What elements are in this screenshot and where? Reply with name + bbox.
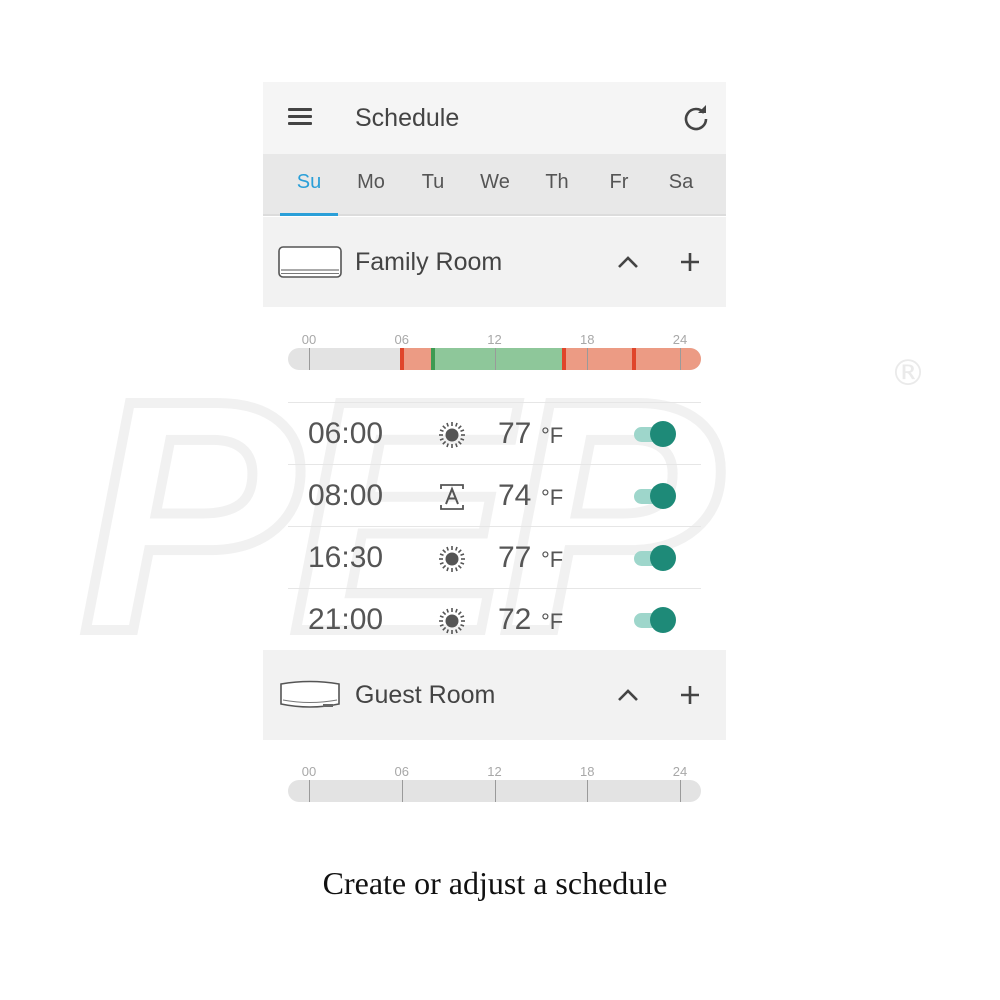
refresh-icon[interactable] bbox=[682, 104, 710, 132]
timeline-tick bbox=[401, 780, 403, 802]
tab-thursday[interactable]: Th bbox=[526, 154, 588, 214]
chevron-up-icon[interactable] bbox=[613, 249, 643, 275]
caption: Create or adjust a schedule bbox=[322, 865, 668, 901]
timeline-tick bbox=[309, 348, 310, 370]
schedule-row[interactable]: 06:00 77 °F bbox=[288, 402, 701, 464]
timeline-label: 06 bbox=[394, 332, 409, 347]
timeline-tick bbox=[587, 780, 589, 802]
schedule-temperature: 77 bbox=[498, 417, 532, 450]
timeline-label: 12 bbox=[487, 764, 502, 779]
registered-mark: ® bbox=[890, 353, 926, 394]
timeline-label: 00 bbox=[301, 332, 317, 347]
timeline-mark-auto bbox=[430, 348, 435, 370]
timeline-mark-heat bbox=[631, 348, 636, 370]
schedule-toggle[interactable] bbox=[632, 421, 678, 447]
timeline-label: 12 bbox=[487, 332, 502, 347]
tab-wednesday[interactable]: We bbox=[464, 154, 526, 214]
room-header-family[interactable]: Family Room bbox=[263, 217, 726, 307]
timeline-bar[interactable] bbox=[288, 348, 701, 370]
schedule-time: 21:00 bbox=[308, 603, 384, 636]
tab-sunday[interactable]: Su bbox=[278, 154, 340, 216]
timeline-tick bbox=[680, 780, 681, 802]
temperature-unit: °F bbox=[541, 547, 564, 572]
schedule-toggle[interactable] bbox=[632, 545, 678, 571]
tab-saturday[interactable]: Sa bbox=[650, 154, 712, 214]
air-conditioner-icon bbox=[278, 246, 342, 278]
sun-icon bbox=[439, 608, 465, 634]
timeline-segment-heat bbox=[401, 348, 433, 370]
day-tabs: Su Mo Tu We Th Fr Sa bbox=[263, 154, 726, 216]
timeline-label: 24 bbox=[672, 332, 688, 347]
schedule-temperature: 72 bbox=[498, 603, 532, 636]
add-icon[interactable] bbox=[675, 247, 705, 277]
air-conditioner-icon bbox=[280, 680, 340, 708]
schedule-row[interactable]: 21:00 72 °F bbox=[288, 588, 701, 650]
sun-icon bbox=[439, 422, 465, 448]
room-name: Family Room bbox=[355, 248, 503, 276]
timeline-family[interactable]: 00 06 12 18 24 bbox=[288, 332, 701, 382]
temperature-unit: °F bbox=[541, 423, 564, 448]
timeline-mark-heat bbox=[399, 348, 404, 370]
sun-icon bbox=[439, 546, 465, 572]
timeline-tick bbox=[494, 780, 496, 802]
schedule-time: 16:30 bbox=[308, 541, 384, 574]
timeline-label: 00 bbox=[301, 764, 317, 779]
timeline-tick bbox=[680, 348, 681, 370]
schedule-row[interactable]: 16:30 77 °F bbox=[288, 526, 701, 588]
hamburger-icon[interactable] bbox=[288, 108, 312, 128]
page-title: Schedule bbox=[355, 104, 460, 132]
temperature-unit: °F bbox=[541, 485, 564, 510]
timeline-tick bbox=[309, 780, 310, 802]
timeline-tick bbox=[494, 348, 496, 370]
timeline-segment-auto bbox=[432, 348, 565, 370]
temperature-unit: °F bbox=[541, 609, 564, 634]
room-name: Guest Room bbox=[355, 681, 496, 709]
schedule-toggle[interactable] bbox=[632, 607, 678, 633]
add-icon[interactable] bbox=[675, 680, 705, 710]
schedule-temperature: 77 bbox=[498, 541, 532, 574]
chevron-up-icon[interactable] bbox=[613, 682, 643, 708]
tab-monday[interactable]: Mo bbox=[340, 154, 402, 214]
app-header: Schedule bbox=[263, 82, 726, 154]
schedule-row[interactable]: 08:00 74 °F bbox=[288, 464, 701, 526]
tab-friday[interactable]: Fr bbox=[588, 154, 650, 214]
timeline-mark-heat bbox=[562, 348, 567, 370]
schedule-time: 08:00 bbox=[308, 479, 384, 512]
schedule-list: 06:00 77 °F 08:00 74 °F 16:30 77 °F 21:0… bbox=[288, 402, 701, 650]
timeline-bar[interactable] bbox=[288, 780, 701, 802]
timeline-tick bbox=[587, 348, 589, 370]
timeline-guest[interactable]: 00 06 12 18 24 bbox=[288, 764, 701, 814]
auto-mode-icon bbox=[440, 484, 464, 510]
schedule-time: 06:00 bbox=[308, 417, 384, 450]
timeline-label: 24 bbox=[672, 764, 688, 779]
timeline-label: 18 bbox=[580, 764, 595, 779]
schedule-toggle[interactable] bbox=[632, 483, 678, 509]
schedule-temperature: 74 bbox=[498, 479, 532, 512]
timeline-label: 06 bbox=[394, 764, 409, 779]
room-header-guest[interactable]: Guest Room bbox=[263, 650, 726, 740]
timeline-label: 18 bbox=[580, 332, 595, 347]
tab-tuesday[interactable]: Tu bbox=[402, 154, 464, 214]
